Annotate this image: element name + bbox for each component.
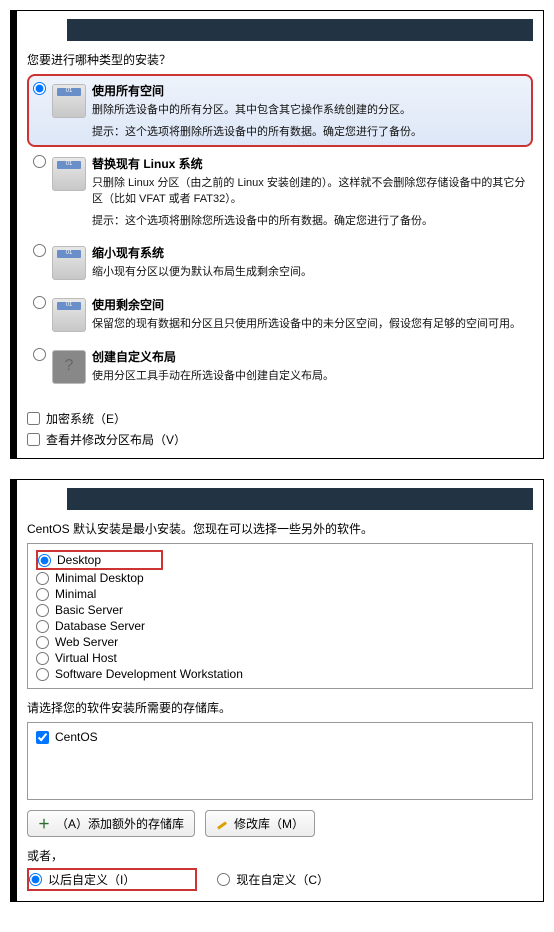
install-option-use-all-space[interactable]: 使用所有空间 删除所选设备中的所有分区。其中包含其它操作系统创建的分区。 提示：…	[27, 74, 533, 147]
software-item-database-server[interactable]: Database Server	[36, 618, 524, 634]
software-item-minimal[interactable]: Minimal	[36, 586, 524, 602]
review-layout-row[interactable]: 查看并修改分区布局（V）	[27, 431, 533, 448]
install-option-radio[interactable]	[33, 82, 46, 95]
software-item-web-server[interactable]: Web Server	[36, 634, 524, 650]
software-label: Minimal Desktop	[55, 571, 144, 585]
software-radio[interactable]	[36, 620, 49, 633]
add-repo-button[interactable]: ＋ （A）添加额外的存储库	[27, 810, 195, 837]
option-hint: 提示：这个选项将删除所选设备中的所有数据。确定您进行了备份。	[92, 123, 527, 139]
repo-label: CentOS	[55, 730, 98, 744]
option-hint: 提示：这个选项将删除您所选设备中的所有数据。确定您进行了备份。	[92, 212, 527, 228]
software-item-virtual-host[interactable]: Virtual Host	[36, 650, 524, 666]
software-radio[interactable]	[36, 588, 49, 601]
encrypt-checkbox[interactable]	[27, 412, 40, 425]
software-radio[interactable]	[36, 604, 49, 617]
software-item-basic-server[interactable]: Basic Server	[36, 602, 524, 618]
option-desc: 缩小现有分区以便为默认布局生成剩余空间。	[92, 263, 527, 279]
software-label: Software Development Workstation	[55, 667, 243, 681]
software-label: Minimal	[55, 587, 96, 601]
header-bar	[67, 488, 533, 510]
disk-icon	[52, 84, 86, 118]
install-type-panel: 您要进行哪种类型的安装？ 使用所有空间 删除所选设备中的所有分区。其中包含其它操…	[10, 10, 544, 459]
add-repo-label: （A）添加额外的存储库	[56, 815, 184, 832]
software-radio[interactable]	[38, 554, 51, 567]
modify-repo-label: 修改库（M）	[234, 815, 304, 832]
disk-icon	[52, 298, 86, 332]
software-selection-panel: CentOS 默认安装是最小安装。您现在可以选择一些另外的软件。 Desktop…	[10, 479, 544, 902]
customize-later[interactable]: 以后自定义（I）	[29, 870, 135, 889]
header-bar	[67, 19, 533, 41]
install-option-radio[interactable]	[33, 244, 46, 257]
software-list: Desktop Minimal Desktop Minimal Basic Se…	[27, 543, 533, 689]
question-icon	[52, 350, 86, 384]
software-label: Database Server	[55, 619, 145, 633]
option-desc: 使用分区工具手动在所选设备中创建自定义布局。	[92, 367, 527, 383]
disk-icon	[52, 157, 86, 191]
modify-repo-button[interactable]: 修改库（M）	[205, 810, 315, 837]
encrypt-system-row[interactable]: 加密系统（E）	[27, 410, 533, 427]
software-radio[interactable]	[36, 652, 49, 665]
install-option-shrink[interactable]: 缩小现有系统 缩小现有分区以便为默认布局生成剩余空间。	[27, 236, 533, 288]
repo-checkbox[interactable]	[36, 731, 49, 744]
option-desc: 只删除 Linux 分区（由之前的 Linux 安装创建的）。这样就不会删除您存…	[92, 174, 527, 206]
install-option-free-space[interactable]: 使用剩余空间 保留您的现有数据和分区且只使用所选设备中的未分区空间，假设您有足够…	[27, 288, 533, 340]
repo-item-centos[interactable]: CentOS	[36, 729, 524, 745]
pencil-icon	[216, 818, 228, 830]
repo-prompt: 请选择您的软件安装所需要的存储库。	[27, 699, 533, 716]
software-label: Web Server	[55, 635, 118, 649]
software-radio[interactable]	[36, 572, 49, 585]
repo-list: CentOS	[27, 722, 533, 800]
option-title: 使用剩余空间	[92, 296, 527, 313]
software-item-minimal-desktop[interactable]: Minimal Desktop	[36, 570, 524, 586]
option-title: 创建自定义布局	[92, 348, 527, 365]
option-desc: 删除所选设备中的所有分区。其中包含其它操作系统创建的分区。	[92, 101, 527, 117]
install-option-radio[interactable]	[33, 348, 46, 361]
customize-later-label: 以后自定义（I）	[48, 871, 135, 888]
install-option-custom-layout[interactable]: 创建自定义布局 使用分区工具手动在所选设备中创建自定义布局。	[27, 340, 533, 392]
customize-now[interactable]: 现在自定义（C）	[217, 870, 329, 889]
install-option-replace-linux[interactable]: 替换现有 Linux 系统 只删除 Linux 分区（由之前的 Linux 安装…	[27, 147, 533, 236]
software-radio[interactable]	[36, 668, 49, 681]
review-checkbox[interactable]	[27, 433, 40, 446]
software-prompt: CentOS 默认安装是最小安装。您现在可以选择一些另外的软件。	[27, 520, 533, 537]
option-title: 替换现有 Linux 系统	[92, 155, 527, 172]
option-title: 缩小现有系统	[92, 244, 527, 261]
disk-icon	[52, 246, 86, 280]
customize-radio[interactable]	[217, 873, 230, 886]
software-label: Desktop	[57, 553, 101, 567]
customize-now-label: 现在自定义（C）	[236, 871, 329, 888]
plus-icon: ＋	[38, 818, 50, 830]
install-option-radio[interactable]	[33, 296, 46, 309]
software-label: Basic Server	[55, 603, 123, 617]
install-option-radio[interactable]	[33, 155, 46, 168]
software-item-sdw[interactable]: Software Development Workstation	[36, 666, 524, 682]
software-radio[interactable]	[36, 636, 49, 649]
install-type-prompt: 您要进行哪种类型的安装？	[27, 51, 533, 68]
software-label: Virtual Host	[55, 651, 117, 665]
or-label: 或者，	[27, 847, 533, 864]
encrypt-label: 加密系统（E）	[46, 410, 126, 427]
option-title: 使用所有空间	[92, 82, 527, 99]
option-desc: 保留您的现有数据和分区且只使用所选设备中的未分区空间，假设您有足够的空间可用。	[92, 315, 527, 331]
software-item-desktop[interactable]: Desktop	[38, 552, 101, 568]
review-label: 查看并修改分区布局（V）	[46, 431, 186, 448]
customize-radio[interactable]	[29, 873, 42, 886]
